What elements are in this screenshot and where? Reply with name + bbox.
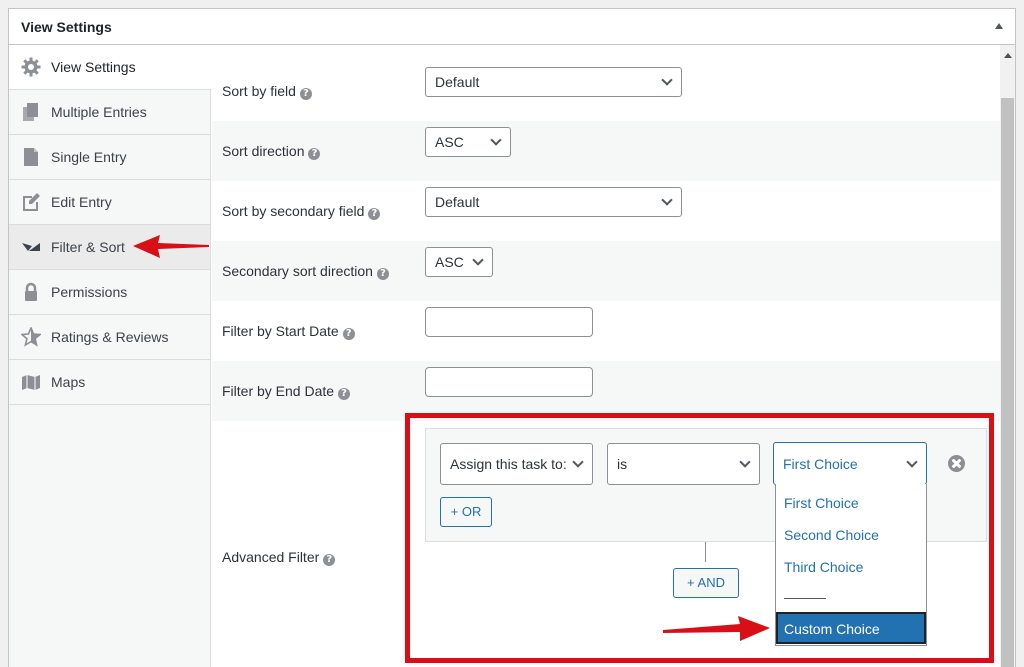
lock-icon bbox=[25, 282, 37, 301]
chevron-down-icon bbox=[661, 194, 673, 206]
sidebar-item-label: View Settings bbox=[51, 59, 136, 75]
help-icon[interactable]: ? bbox=[323, 554, 336, 566]
setting-label: Sort direction? bbox=[222, 143, 321, 160]
help-icon[interactable]: ? bbox=[376, 268, 389, 280]
setting-label: Filter by Start Date? bbox=[222, 323, 355, 340]
sidebar-item-maps[interactable]: Maps bbox=[9, 360, 210, 405]
chevron-down-icon bbox=[661, 74, 673, 86]
sort-direction-select[interactable]: ASC bbox=[425, 127, 511, 157]
setting-row-secondary-direction: Secondary sort direction? bbox=[212, 241, 1000, 301]
setting-label: Secondary sort direction? bbox=[222, 263, 389, 280]
star-icon bbox=[21, 327, 41, 347]
copy-icon bbox=[23, 103, 38, 121]
help-icon[interactable]: ? bbox=[308, 148, 321, 160]
settings-sidebar: View Settings Multiple Entries Single En… bbox=[9, 45, 211, 667]
help-icon[interactable]: ? bbox=[368, 208, 381, 220]
panel-title: View Settings bbox=[21, 19, 112, 35]
sidebar-item-view-settings[interactable]: View Settings bbox=[9, 45, 211, 90]
collapse-toggle-icon[interactable] bbox=[995, 23, 1003, 29]
sidebar-item-label: Single Entry bbox=[51, 149, 127, 165]
setting-label: Advanced Filter? bbox=[222, 549, 336, 566]
sort-by-field-select[interactable]: Default bbox=[425, 67, 682, 97]
sidebar-item-label: Permissions bbox=[51, 284, 128, 300]
setting-label: Filter by End Date? bbox=[222, 383, 351, 400]
scroll-up-arrow-icon[interactable] bbox=[1004, 53, 1012, 58]
edit-icon bbox=[23, 193, 40, 211]
sidebar-item-edit-entry[interactable]: Edit Entry bbox=[9, 180, 210, 225]
end-date-input[interactable] bbox=[425, 367, 593, 397]
help-icon[interactable]: ? bbox=[342, 328, 355, 340]
map-icon bbox=[22, 375, 40, 390]
filter-icon bbox=[22, 243, 40, 251]
gear-icon bbox=[21, 57, 41, 77]
setting-label: Sort by secondary field? bbox=[222, 203, 381, 220]
setting-row-sort-direction: Sort direction? bbox=[212, 121, 1000, 181]
help-icon[interactable]: ? bbox=[338, 388, 351, 400]
vertical-scrollbar[interactable] bbox=[1000, 45, 1015, 667]
chevron-down-icon bbox=[472, 254, 484, 266]
document-icon bbox=[24, 148, 38, 166]
setting-label: Sort by field? bbox=[222, 83, 312, 100]
start-date-input[interactable] bbox=[425, 307, 593, 337]
sidebar-item-permissions[interactable]: Permissions bbox=[9, 270, 210, 315]
annotation-arrow-icon bbox=[663, 616, 770, 641]
sidebar-item-label: Multiple Entries bbox=[51, 104, 147, 120]
help-icon[interactable]: ? bbox=[299, 88, 312, 100]
sidebar-item-ratings-reviews[interactable]: Ratings & Reviews bbox=[9, 315, 210, 360]
sidebar-item-single-entry[interactable]: Single Entry bbox=[9, 135, 210, 180]
chevron-down-icon bbox=[490, 134, 502, 146]
setting-row-start-date: Filter by Start Date? bbox=[212, 301, 1000, 361]
sidebar-item-label: Maps bbox=[51, 374, 86, 390]
secondary-direction-select[interactable]: ASC bbox=[425, 247, 493, 277]
setting-row-end-date: Filter by End Date? bbox=[212, 361, 1000, 421]
annotation-arrow-icon bbox=[133, 235, 209, 258]
scrollbar-thumb[interactable] bbox=[1001, 98, 1014, 667]
sidebar-item-multiple-entries[interactable]: Multiple Entries bbox=[9, 90, 210, 135]
sidebar-item-label: Filter & Sort bbox=[51, 239, 125, 255]
sidebar-item-label: Edit Entry bbox=[51, 194, 112, 210]
sidebar-item-label: Ratings & Reviews bbox=[51, 329, 169, 345]
secondary-field-select[interactable]: Default bbox=[425, 187, 682, 217]
panel-header: View Settings bbox=[9, 9, 1015, 45]
